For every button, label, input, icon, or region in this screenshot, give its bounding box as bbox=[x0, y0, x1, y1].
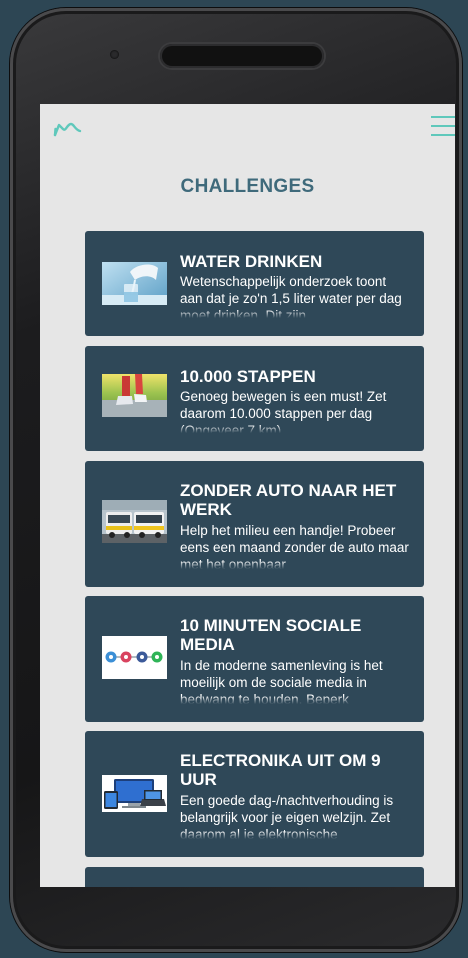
phone-frame: CHALLENGES WATER DRINKEN Wetenschappelij… bbox=[10, 8, 462, 952]
social-media-icons-image bbox=[102, 636, 167, 679]
challenge-title: 10.000 STAPPEN bbox=[180, 367, 316, 386]
menu-bar bbox=[431, 125, 455, 127]
wave-icon[interactable] bbox=[53, 120, 83, 138]
challenge-description: In de moderne samenleving is het moeilij… bbox=[180, 657, 412, 704]
speaker-grille bbox=[160, 44, 324, 68]
running-feet-image bbox=[102, 374, 167, 417]
challenge-title: WATER DRINKEN bbox=[180, 252, 323, 271]
challenge-card-zonder-auto[interactable]: ZONDER AUTO NAAR HET WERK Help het milie… bbox=[85, 461, 424, 587]
challenge-card-electronika[interactable]: ELECTRONIKA UIT OM 9 UUR Een goede dag-/… bbox=[85, 731, 424, 857]
challenge-description: Wetenschappelijk onderzoek toont aan dat… bbox=[180, 273, 412, 318]
challenge-description: Genoeg bewegen is een must! Zet daarom 1… bbox=[180, 388, 412, 433]
challenge-description: Help het milieu een handje! Probeer eens… bbox=[180, 522, 412, 569]
app-screen: CHALLENGES WATER DRINKEN Wetenschappelij… bbox=[40, 104, 455, 887]
page-title: CHALLENGES bbox=[180, 176, 315, 197]
challenge-card-sociale-media[interactable]: 10 MINUTEN SOCIALE MEDIA In de moderne s… bbox=[85, 596, 424, 722]
challenge-title: 10 MINUTEN SOCIALE MEDIA bbox=[180, 616, 362, 654]
water-glass-image bbox=[102, 262, 167, 305]
menu-bar bbox=[431, 116, 455, 118]
challenge-card-partial[interactable] bbox=[85, 867, 424, 887]
camera-icon bbox=[110, 50, 119, 59]
challenge-card-water-drinken[interactable]: WATER DRINKEN Wetenschappelijk onderzoek… bbox=[85, 231, 424, 336]
hamburger-menu-icon[interactable] bbox=[431, 114, 455, 140]
devices-image bbox=[102, 775, 167, 812]
challenge-title: ELECTRONIKA UIT OM 9 UUR bbox=[180, 751, 381, 789]
menu-bar bbox=[431, 134, 455, 136]
challenge-description: Een goede dag-/nachtverhouding is belang… bbox=[180, 792, 412, 839]
challenge-card-10000-stappen[interactable]: 10.000 STAPPEN Genoeg bewegen is een mus… bbox=[85, 346, 424, 451]
challenge-title: ZONDER AUTO NAAR HET WERK bbox=[180, 481, 397, 519]
bus-image bbox=[102, 500, 167, 543]
